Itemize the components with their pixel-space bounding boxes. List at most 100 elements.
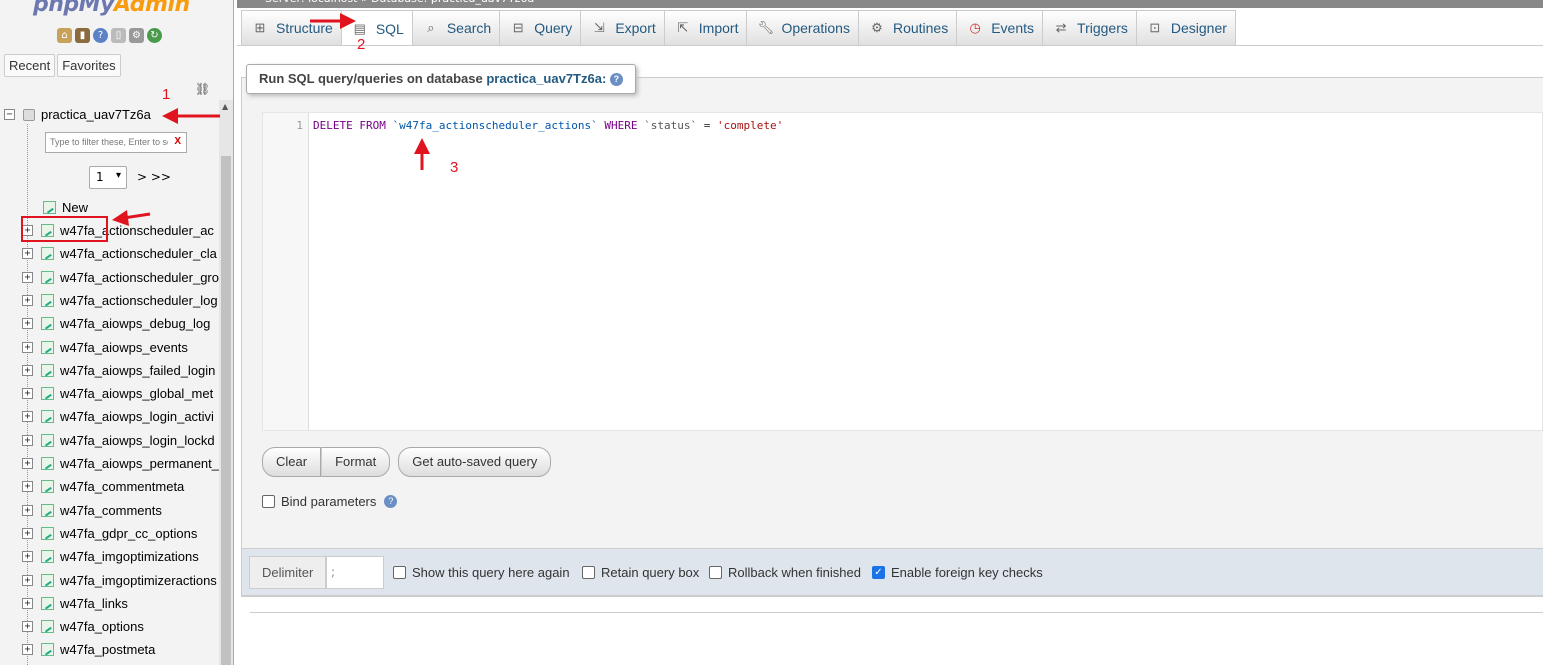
tab-routines[interactable]: ⚙ Routines <box>857 10 958 45</box>
scroll-thumb[interactable] <box>221 156 231 665</box>
tab-designer[interactable]: ⊡ Designer <box>1135 10 1236 45</box>
sql-code-line[interactable]: DELETE FROM `w47fa_actionscheduler_actio… <box>313 119 783 132</box>
table-name[interactable]: w47fa_aiowps_login_lockd <box>60 433 215 448</box>
table-row[interactable]: + w47fa_gdpr_cc_options <box>22 526 197 541</box>
database-name[interactable]: practica_uav7Tz6a <box>41 107 151 122</box>
table-name[interactable]: w47fa_aiowps_debug_log <box>60 316 210 331</box>
page-next-link[interactable]: > >> <box>137 170 171 184</box>
table-row[interactable]: + w47fa_imgoptimizations <box>22 549 199 564</box>
filter-clear-button[interactable]: X <box>174 136 181 147</box>
expand-icon[interactable]: + <box>22 551 33 563</box>
table-row[interactable]: + w47fa_links <box>22 596 128 611</box>
table-row[interactable]: + w47fa_comments <box>22 503 162 518</box>
tab-import[interactable]: ⇱ Import <box>663 10 748 45</box>
table-row[interactable]: + w47fa_actionscheduler_cla <box>22 246 217 261</box>
page-select[interactable]: 1 ▾ <box>89 166 127 189</box>
table-row[interactable]: + w47fa_options <box>22 619 144 634</box>
expand-icon[interactable]: + <box>22 504 33 516</box>
table-row[interactable]: + w47fa_aiowps_login_lockd <box>22 433 215 448</box>
database-node[interactable]: − practica_uav7Tz6a <box>4 107 151 122</box>
delimiter-input[interactable]: ; <box>326 556 384 589</box>
table-row[interactable]: + w47fa_aiowps_failed_login <box>22 363 215 378</box>
table-row[interactable]: + w47fa_actionscheduler_log <box>22 293 218 308</box>
table-name[interactable]: w47fa_aiowps_failed_login <box>60 363 215 378</box>
expand-icon[interactable]: + <box>22 597 33 609</box>
table-row[interactable]: + w47fa_commentmeta <box>22 479 184 494</box>
table-name[interactable]: w47fa_options <box>60 619 144 634</box>
table-name[interactable]: w47fa_imgoptimizations <box>60 549 199 564</box>
expand-icon[interactable]: + <box>22 434 33 446</box>
tab-triggers[interactable]: ⇄ Triggers <box>1042 10 1137 45</box>
help-icon[interactable]: ? <box>93 28 108 43</box>
table-row[interactable]: + w47fa_aiowps_debug_log <box>22 316 210 331</box>
help-icon[interactable]: ? <box>384 495 398 508</box>
table-name[interactable]: w47fa_postmeta <box>60 642 155 657</box>
retain-query-box-checkbox[interactable] <box>582 566 595 579</box>
expand-icon[interactable]: + <box>22 318 33 330</box>
tab-operations[interactable]: 🔧︎ Operations <box>746 10 859 45</box>
docs-icon[interactable]: ▯ <box>111 28 126 43</box>
show-query-option[interactable]: Show this query here again <box>393 565 570 580</box>
table-name[interactable]: w47fa_actionscheduler_gro <box>60 270 219 285</box>
expand-icon[interactable]: + <box>22 411 33 423</box>
expand-icon[interactable]: + <box>22 644 33 656</box>
table-name[interactable]: w47fa_commentmeta <box>60 479 184 494</box>
foreign-key-checks-option[interactable]: ✓ Enable foreign key checks <box>872 565 1043 580</box>
table-name[interactable]: w47fa_links <box>60 596 128 611</box>
table-row[interactable]: + w47fa_aiowps_login_activi <box>22 409 214 424</box>
table-name[interactable]: w47fa_actionscheduler_log <box>60 293 218 308</box>
expand-icon[interactable]: + <box>22 527 33 539</box>
expand-icon[interactable]: + <box>22 294 33 306</box>
table-row[interactable]: + w47fa_imgoptimizeractions <box>22 573 217 588</box>
tab-search[interactable]: ⌕ Search <box>411 10 501 45</box>
format-button[interactable]: Format <box>321 447 391 477</box>
home-icon[interactable]: ⌂ <box>57 28 72 43</box>
recent-tab[interactable]: Recent <box>4 54 56 77</box>
table-row[interactable]: + w47fa_aiowps_permanent_ <box>22 456 219 471</box>
expand-icon[interactable]: + <box>22 388 33 400</box>
expand-icon[interactable]: + <box>22 364 33 376</box>
clear-button[interactable]: Clear <box>262 447 322 477</box>
expand-icon[interactable]: + <box>22 621 33 633</box>
show-query-checkbox[interactable] <box>393 566 406 579</box>
settings-icon[interactable]: ⚙ <box>129 28 144 43</box>
table-name[interactable]: w47fa_aiowps_events <box>60 340 188 355</box>
tab-export[interactable]: ⇲ Export <box>580 10 665 45</box>
table-name[interactable]: w47fa_aiowps_global_met <box>60 386 213 401</box>
table-name[interactable]: w47fa_comments <box>60 503 162 518</box>
new-table-item[interactable]: New <box>43 200 88 215</box>
legend-database-link[interactable]: practica_uav7Tz6a: <box>486 71 606 86</box>
foreign-key-checks-checkbox[interactable]: ✓ <box>872 566 885 579</box>
table-name[interactable]: w47fa_aiowps_permanent_ <box>60 456 219 471</box>
tab-query[interactable]: ⊟ Query <box>499 10 582 45</box>
expand-icon[interactable]: + <box>22 341 33 353</box>
get-auto-saved-query-button[interactable]: Get auto-saved query <box>398 447 552 477</box>
table-name[interactable]: w47fa_gdpr_cc_options <box>60 526 197 541</box>
expand-icon[interactable]: + <box>22 271 33 283</box>
reload-icon[interactable]: ↻ <box>147 28 162 43</box>
table-row[interactable]: + w47fa_postmeta <box>22 642 155 657</box>
table-name[interactable]: w47fa_actionscheduler_cla <box>60 246 217 261</box>
collapse-icon[interactable]: − <box>4 109 15 120</box>
rollback-checkbox[interactable] <box>709 566 722 579</box>
table-row[interactable]: + w47fa_aiowps_global_met <box>22 386 213 401</box>
logout-icon[interactable]: ▮ <box>75 28 90 43</box>
table-filter-input[interactable]: Type to filter these, Enter to search al… <box>45 132 187 153</box>
scroll-up-icon[interactable]: ▲ <box>222 102 228 111</box>
table-row[interactable]: + w47fa_actionscheduler_gro <box>22 270 219 285</box>
table-name[interactable]: w47fa_aiowps_login_activi <box>60 409 214 424</box>
expand-icon[interactable]: + <box>22 248 33 260</box>
expand-icon[interactable]: + <box>22 481 33 493</box>
link-icon[interactable]: ⛓ <box>195 82 210 96</box>
help-icon[interactable]: ? <box>609 73 623 87</box>
expand-icon[interactable]: + <box>22 574 33 586</box>
bind-parameters-checkbox[interactable] <box>262 495 275 508</box>
tab-events[interactable]: ◷ Events <box>956 10 1044 45</box>
rollback-option[interactable]: Rollback when finished <box>709 565 861 580</box>
favorites-tab[interactable]: Favorites <box>57 54 121 77</box>
table-name[interactable]: w47fa_imgoptimizeractions <box>60 573 217 588</box>
nav-scrollbar[interactable]: ▲ <box>219 100 233 665</box>
phpmyadmin-logo[interactable]: phpMyAdmin <box>33 0 190 17</box>
expand-icon[interactable]: + <box>22 458 33 469</box>
retain-query-box-option[interactable]: Retain query box <box>582 565 699 580</box>
